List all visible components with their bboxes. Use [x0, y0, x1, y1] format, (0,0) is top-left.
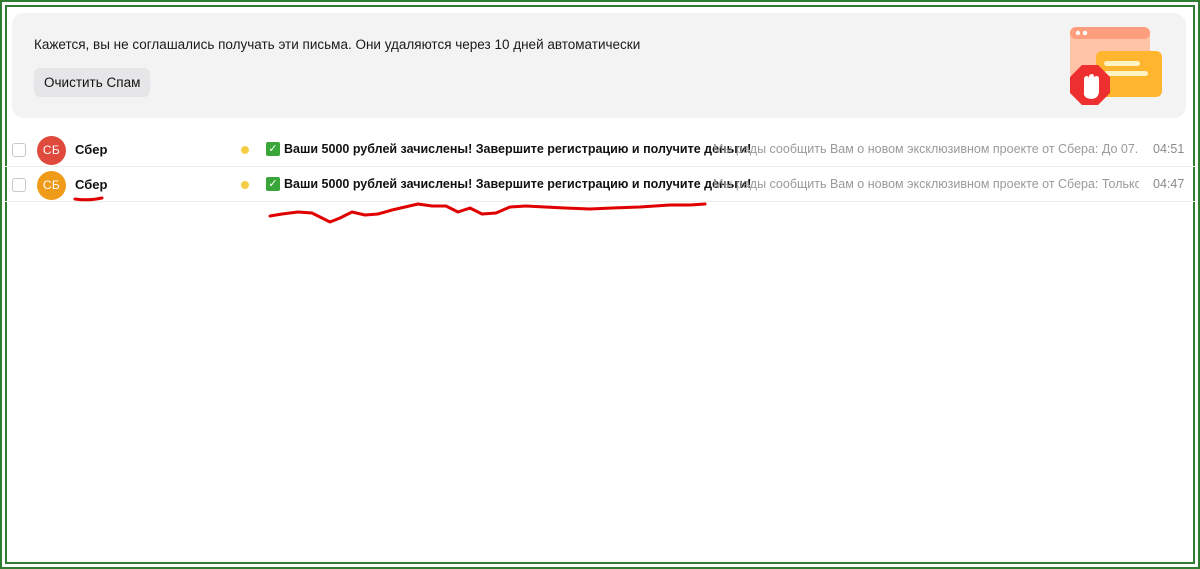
- avatar: СБ: [37, 136, 66, 165]
- spam-notice-text: Кажется, вы не соглашались получать эти …: [34, 37, 641, 52]
- message-time: 04:47: [1153, 177, 1185, 191]
- clear-spam-button[interactable]: Очистить Спам: [34, 68, 151, 97]
- avatar: СБ: [37, 171, 66, 200]
- message-row[interactable]: СБ Сбер ✓ Ваши 5000 рублей зачислены! За…: [5, 133, 1195, 167]
- stop-hand-icon: [1070, 27, 1162, 105]
- message-snippet[interactable]: Мы рады сообщить Вам о новом эксклюзивно…: [713, 142, 1139, 156]
- message-time: 04:51: [1153, 142, 1185, 156]
- unread-dot-icon[interactable]: [241, 181, 249, 189]
- unread-dot-icon[interactable]: [241, 146, 249, 154]
- message-checkbox[interactable]: [12, 143, 26, 157]
- check-mark-icon: ✓: [266, 142, 280, 156]
- sender-name[interactable]: Сбер: [75, 142, 107, 157]
- message-checkbox[interactable]: [12, 178, 26, 192]
- message-row[interactable]: СБ Сбер ✓ Ваши 5000 рублей зачислены! За…: [5, 168, 1195, 202]
- sender-name[interactable]: Сбер: [75, 177, 107, 192]
- spam-notice-banner: Кажется, вы не соглашались получать эти …: [12, 13, 1186, 118]
- check-mark-icon: ✓: [266, 177, 280, 191]
- message-subject[interactable]: Ваши 5000 рублей зачислены! Завершите ре…: [284, 177, 751, 191]
- message-snippet[interactable]: Мы рады сообщить Вам о новом эксклюзивно…: [713, 177, 1139, 191]
- message-subject[interactable]: Ваши 5000 рублей зачислены! Завершите ре…: [284, 142, 751, 156]
